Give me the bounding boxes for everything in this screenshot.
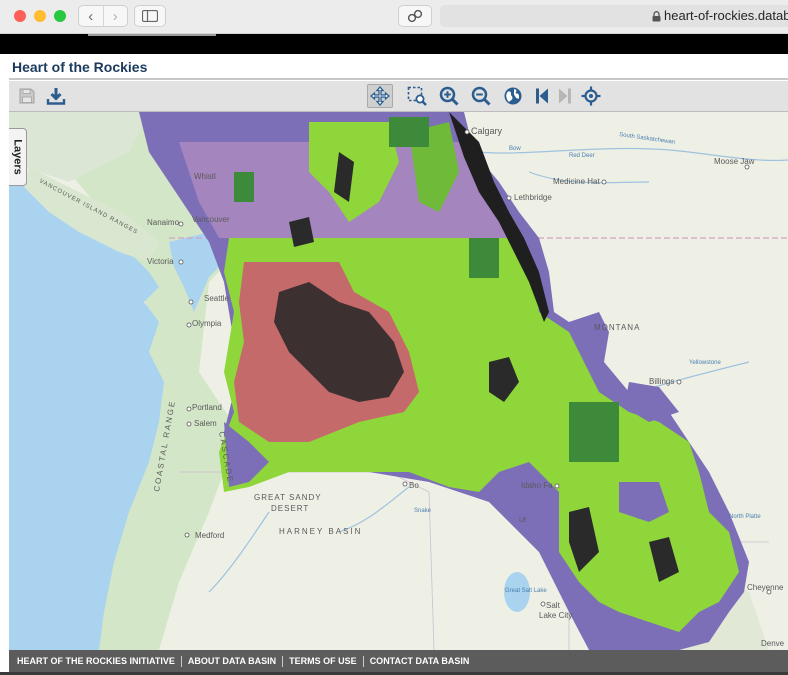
label-medicine-hat: Medicine Hat xyxy=(553,177,600,186)
label-seattle: Seattle xyxy=(204,294,229,303)
label-calgary: Calgary xyxy=(471,126,503,136)
label-great-sandy-desert-1: GREAT SANDY xyxy=(254,493,322,502)
label-north-platte: North Platte xyxy=(729,514,761,520)
footer-link-about[interactable]: ABOUT DATA BASIN xyxy=(182,656,282,666)
label-harney-basin: HARNEY BASIN xyxy=(279,527,362,536)
overlay-dark-green-1 xyxy=(469,238,499,278)
footer-link-contact[interactable]: CONTACT DATA BASIN xyxy=(364,656,476,666)
full-extent-button[interactable] xyxy=(500,84,526,108)
zoom-box-button[interactable] xyxy=(404,84,430,108)
zoom-in-button[interactable] xyxy=(436,84,462,108)
save-button[interactable] xyxy=(14,84,40,108)
page-left-edge xyxy=(0,54,9,672)
pan-icon xyxy=(370,86,390,106)
zoom-in-icon xyxy=(439,86,459,106)
lock-icon xyxy=(652,11,661,22)
url-text: heart-of-rockies.databa xyxy=(664,8,788,23)
label-lethbridge: Lethbridge xyxy=(514,193,552,202)
history-nav: ‹ › xyxy=(78,5,128,27)
label-salt-lake-city-1: Salt xyxy=(546,601,561,610)
label-vancouver: Vancouver xyxy=(192,215,230,224)
extension-icon xyxy=(407,9,423,23)
overlay-dark-green-3 xyxy=(389,117,429,147)
app-header: Heart of the Rockies xyxy=(9,54,788,80)
label-idaho-falls: Idaho Fa xyxy=(521,481,553,490)
label-salem: Salem xyxy=(194,419,217,428)
locate-button[interactable] xyxy=(578,84,604,108)
label-great-sandy-desert-2: DESERT xyxy=(271,504,309,513)
label-medford: Medford xyxy=(195,531,224,540)
next-extent-button[interactable] xyxy=(552,84,578,108)
label-cheyenne: Cheyenne xyxy=(747,583,784,592)
label-olympia: Olympia xyxy=(192,319,222,328)
globe-icon xyxy=(504,87,522,105)
overlay-dark-green-4 xyxy=(234,172,254,202)
previous-extent-icon xyxy=(536,88,548,104)
label-billings: Billings xyxy=(649,377,674,386)
label-great-salt-lake: Great Salt Lake xyxy=(505,588,547,594)
footer-link-terms[interactable]: TERMS OF USE xyxy=(283,656,363,666)
label-boise: Bo xyxy=(409,481,419,490)
sidebar-toggle-button[interactable] xyxy=(134,5,166,27)
map-toolbar xyxy=(9,81,788,112)
forward-button[interactable]: › xyxy=(102,6,128,26)
label-denver: Denve xyxy=(761,639,785,648)
locate-icon xyxy=(581,86,601,106)
sidebar-icon xyxy=(142,10,158,22)
label-nanaimo: Nanaimo xyxy=(147,218,180,227)
address-bar[interactable]: heart-of-rockies.databa xyxy=(440,5,788,27)
label-montana: MONTANA xyxy=(594,323,640,332)
next-extent-icon xyxy=(559,88,571,104)
zoom-out-icon xyxy=(471,86,491,106)
zoom-out-button[interactable] xyxy=(468,84,494,108)
back-button[interactable]: ‹ xyxy=(79,6,103,26)
label-moose-jaw: Moose Jaw xyxy=(714,157,755,166)
label-red-deer: Red Deer xyxy=(569,153,595,159)
minimize-window-button[interactable] xyxy=(34,10,46,22)
label-bow: Bow xyxy=(509,146,521,152)
page-title: Heart of the Rockies xyxy=(12,59,148,75)
maximize-window-button[interactable] xyxy=(54,10,66,22)
download-button[interactable] xyxy=(43,84,69,108)
footer: HEART OF THE ROCKIES INITIATIVE ABOUT DA… xyxy=(9,650,788,672)
label-yellowstone: Yellowstone xyxy=(689,360,721,366)
label-snake: Snake xyxy=(414,508,432,514)
map-canvas[interactable]: Calgary Medicine Hat Lethbridge Moose Ja… xyxy=(9,112,788,650)
label-portland: Portland xyxy=(192,403,222,412)
close-window-button[interactable] xyxy=(14,10,26,22)
save-icon xyxy=(19,88,35,104)
tab-strip xyxy=(0,34,788,54)
layers-panel-tab[interactable]: Layers xyxy=(9,128,27,186)
download-icon xyxy=(46,88,66,105)
layers-tab-label: Layers xyxy=(11,139,24,175)
label-salt-lake-city-2: Lake City xyxy=(539,611,572,620)
label-ut: Ut xyxy=(519,517,526,524)
label-victoria: Victoria xyxy=(147,257,174,266)
footer-link-initiative[interactable]: HEART OF THE ROCKIES INITIATIVE xyxy=(11,656,181,666)
label-whistler: Whistl xyxy=(194,172,216,181)
map-viewer[interactable]: Calgary Medicine Hat Lethbridge Moose Ja… xyxy=(9,112,788,650)
overlay-dark-green-2 xyxy=(569,402,619,462)
zoom-box-icon xyxy=(407,86,427,106)
pan-tool-button[interactable] xyxy=(367,84,393,108)
extension-button[interactable] xyxy=(398,5,432,27)
browser-toolbar: ‹ › heart-of-rockies.databa xyxy=(0,0,788,34)
